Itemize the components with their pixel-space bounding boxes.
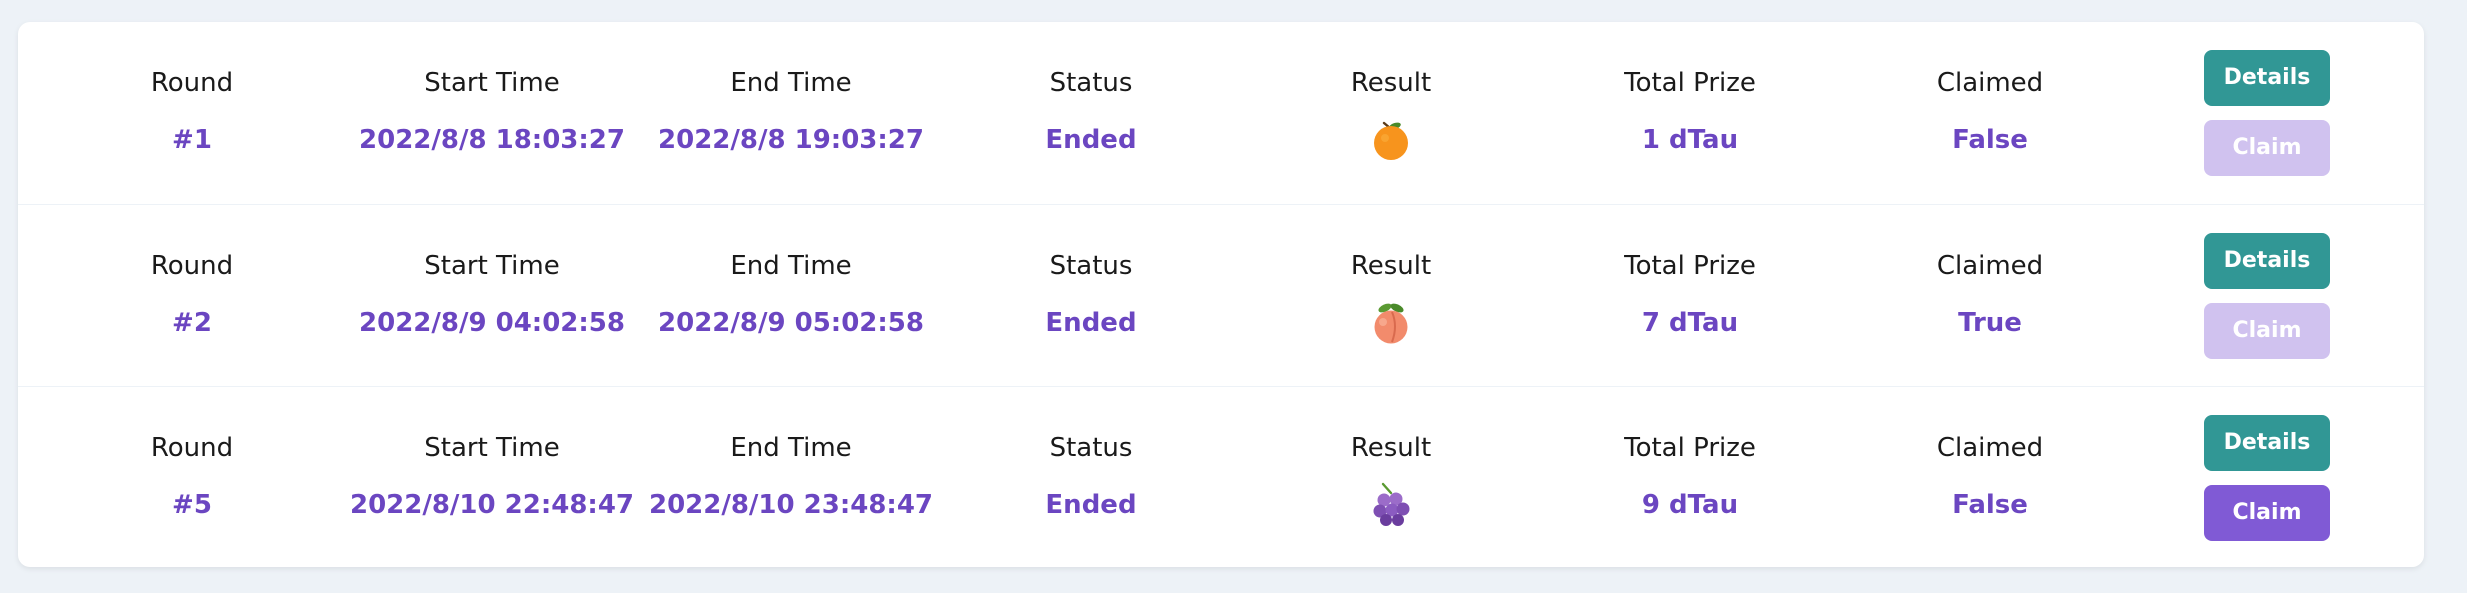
peach-icon bbox=[1374, 303, 1408, 344]
result-label: Result bbox=[1350, 251, 1432, 281]
round-row: Round #1 Start Time 2022/8/8 18:03:27 En… bbox=[18, 22, 2424, 204]
end-time-value: 2022/8/9 05:02:58 bbox=[658, 308, 924, 338]
total-prize-value: 1 dTau bbox=[1641, 125, 1739, 155]
claimed-label: Claimed bbox=[1936, 433, 2044, 463]
end-time-label: End Time bbox=[730, 251, 852, 281]
claim-button: Claim bbox=[2204, 303, 2330, 359]
total-prize-value: 9 dTau bbox=[1641, 490, 1739, 520]
claimed-label: Claimed bbox=[1936, 68, 2044, 98]
details-button[interactable]: Details bbox=[2204, 415, 2330, 471]
round-number: #1 bbox=[172, 125, 212, 155]
details-button[interactable]: Details bbox=[2204, 50, 2330, 106]
claimed-value: True bbox=[1958, 308, 2022, 338]
total-prize-value: 7 dTau bbox=[1641, 308, 1739, 338]
result-label: Result bbox=[1350, 68, 1432, 98]
round-number: #2 bbox=[172, 308, 212, 338]
round-row: Round #5 Start Time 2022/8/10 22:48:47 E… bbox=[18, 386, 2424, 567]
claimed-value: False bbox=[1952, 125, 2028, 155]
total-prize-label: Total Prize bbox=[1624, 251, 1756, 281]
status-label: Status bbox=[1049, 251, 1133, 281]
round-number: #5 bbox=[172, 490, 212, 520]
rounds-card: Round #1 Start Time 2022/8/8 18:03:27 En… bbox=[18, 22, 2424, 567]
claim-button: Claim bbox=[2204, 120, 2330, 176]
start-time-value: 2022/8/10 22:48:47 bbox=[349, 490, 635, 520]
start-time-value: 2022/8/9 04:02:58 bbox=[359, 308, 625, 338]
status-value: Ended bbox=[1045, 308, 1137, 338]
result-label: Result bbox=[1350, 433, 1432, 463]
grapes-icon bbox=[1373, 482, 1410, 526]
end-time-label: End Time bbox=[730, 433, 852, 463]
start-time-label: Start Time bbox=[424, 433, 560, 463]
claim-button[interactable]: Claim bbox=[2204, 485, 2330, 541]
end-time-label: End Time bbox=[730, 68, 852, 98]
round-label: Round bbox=[150, 68, 234, 98]
claimed-label: Claimed bbox=[1936, 251, 2044, 281]
start-time-label: Start Time bbox=[424, 68, 560, 98]
claimed-value: False bbox=[1952, 490, 2028, 520]
details-button[interactable]: Details bbox=[2204, 233, 2330, 289]
status-label: Status bbox=[1049, 433, 1133, 463]
total-prize-label: Total Prize bbox=[1624, 68, 1756, 98]
status-value: Ended bbox=[1045, 490, 1137, 520]
total-prize-label: Total Prize bbox=[1624, 433, 1756, 463]
orange-icon bbox=[1374, 121, 1408, 160]
round-row: Round #2 Start Time 2022/8/9 04:02:58 En… bbox=[18, 204, 2424, 387]
end-time-value: 2022/8/8 19:03:27 bbox=[658, 125, 924, 155]
status-value: Ended bbox=[1045, 125, 1137, 155]
round-label: Round bbox=[150, 251, 234, 281]
status-label: Status bbox=[1049, 68, 1133, 98]
round-label: Round bbox=[150, 433, 234, 463]
start-time-value: 2022/8/8 18:03:27 bbox=[359, 125, 625, 155]
end-time-value: 2022/8/10 23:48:47 bbox=[648, 490, 934, 520]
start-time-label: Start Time bbox=[424, 251, 560, 281]
